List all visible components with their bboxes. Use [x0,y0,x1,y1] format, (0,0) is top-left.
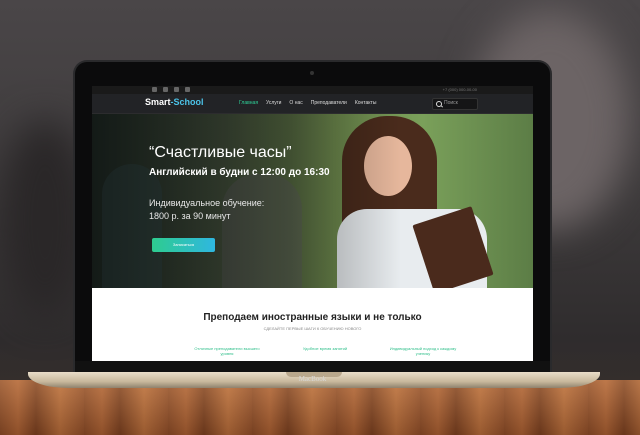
hero-offer-line1: Индивидуальное обучение: [149,198,265,208]
nav-item-services[interactable]: Услуги [266,100,281,106]
feature-item: Удобное время занятий [302,346,348,351]
youtube-icon[interactable] [185,87,190,92]
site-logo[interactable]: Smart-School [145,97,204,107]
nav-item-about[interactable]: О нас [289,100,302,106]
hero-title: “Счастливые часы” [149,144,292,161]
twitter-icon[interactable] [174,87,179,92]
facebook-icon[interactable] [163,87,168,92]
feature-item: Индивидуальный подход к каждому ученику [389,346,457,356]
search-input[interactable]: Поиск [432,98,478,110]
navbar: Smart-School Главная Услуги О нас Препод… [92,94,533,114]
features-list: Отличные преподаватели высшего уровня Уд… [192,346,458,356]
hero-offer-line2: 1800 р. за 90 минут [149,211,231,221]
skype-icon[interactable] [152,87,157,92]
nav-item-contacts[interactable]: Контакты [355,100,377,106]
nav-item-teachers[interactable]: Преподаватели [311,100,347,106]
signup-button[interactable]: Записаться [152,238,215,252]
search-placeholder: Поиск [444,100,458,106]
phone-number[interactable]: +7 (000) 000-00-00 [443,86,477,94]
logo-part2: -School [170,97,204,107]
nav-item-home[interactable]: Главная [239,100,258,106]
device-brand-label: MacBook [298,375,327,383]
section-subtitle: СДЕЛАЙТЕ ПЕРВЫЕ ШАГИ К ОБУЧЕНИЮ НОВОГО [263,326,362,331]
logo-part1: Smart [145,97,171,107]
hero-banner: “Счастливые часы” Английский в будни с 1… [92,114,533,288]
wooden-table [0,380,640,435]
section-title: Преподаем иностранные языки и не только [203,312,422,323]
laptop-lid: +7 (000) 000-00-00 Smart-School Главная … [75,62,550,375]
hero-subtitle: Английский в будни с 12:00 до 16:30 [149,167,330,178]
top-bar: +7 (000) 000-00-00 [92,86,533,94]
camera-icon [310,71,314,75]
feature-item: Отличные преподаватели высшего уровня [194,346,260,356]
main-nav: Главная Услуги О нас Преподаватели Конта… [239,100,376,106]
search-icon [436,101,442,107]
laptop-screen: +7 (000) 000-00-00 Smart-School Главная … [92,86,533,361]
social-links [152,87,190,92]
